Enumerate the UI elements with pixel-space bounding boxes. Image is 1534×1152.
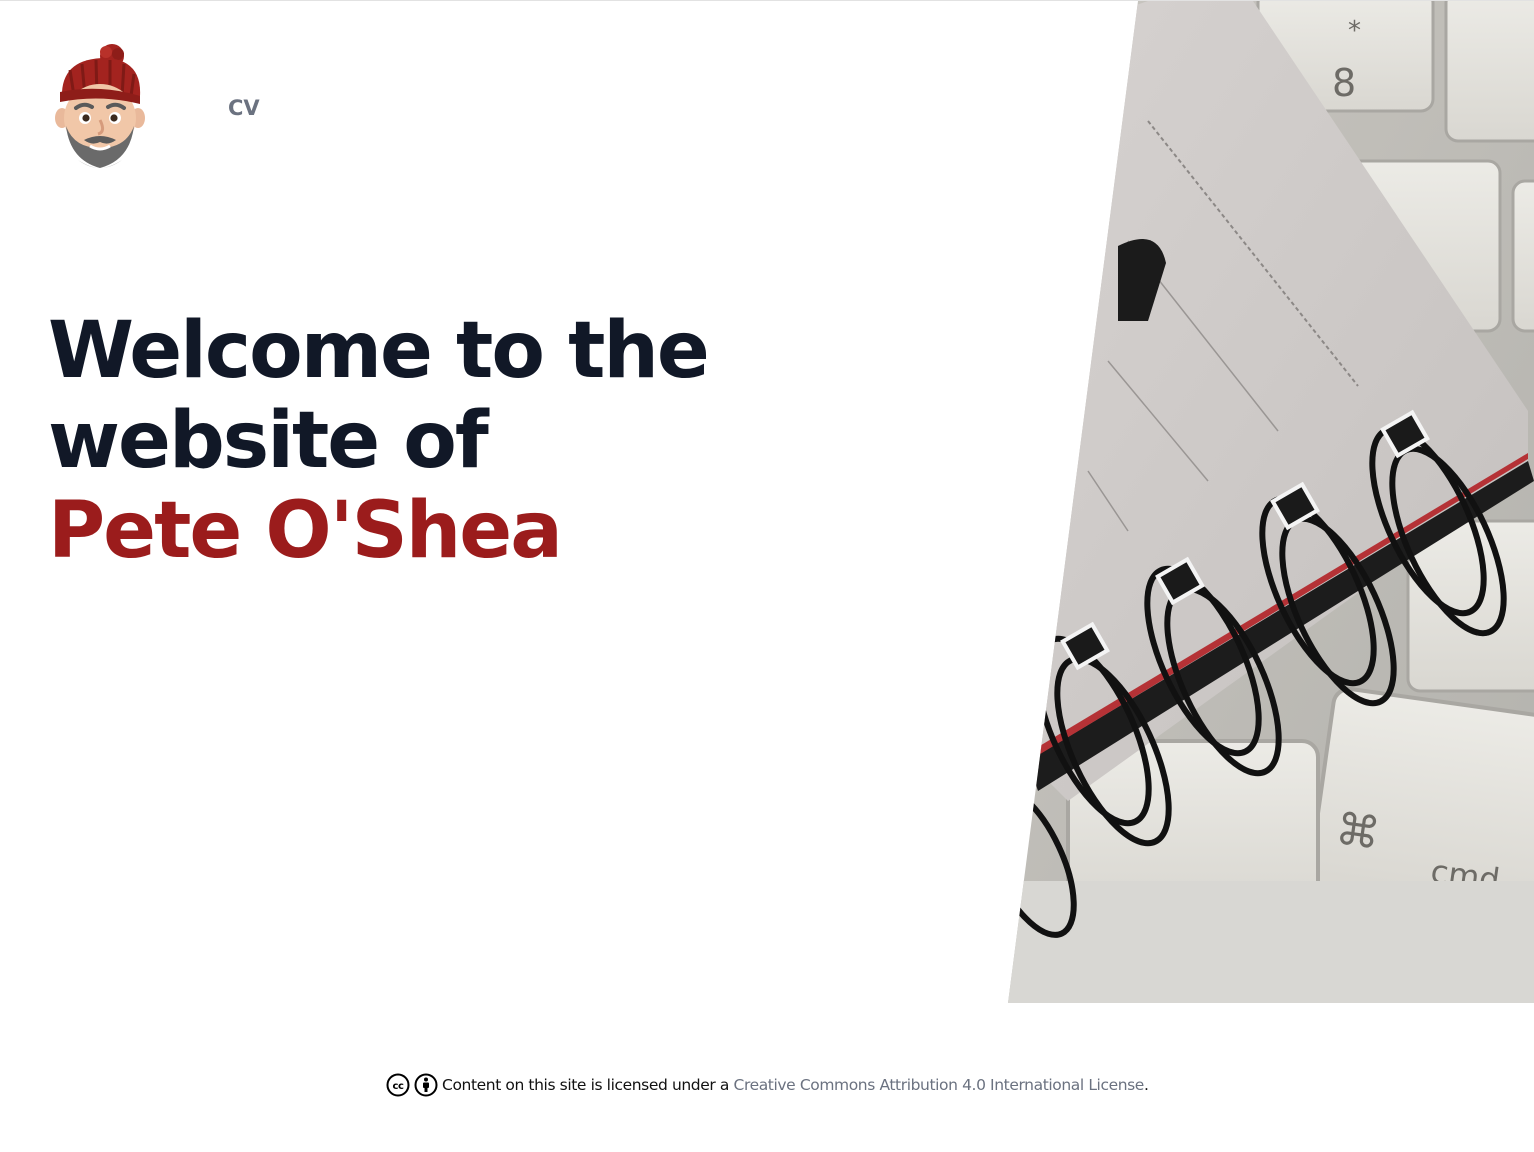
license-text: Content on this site is licensed under a… xyxy=(442,1076,1149,1094)
title-name: Pete O'Shea xyxy=(48,486,563,576)
avatar[interactable] xyxy=(50,40,150,175)
svg-text:⌘: ⌘ xyxy=(1332,804,1383,861)
license-prefix: Content on this site is licensed under a xyxy=(442,1076,729,1094)
notebook-keyboard-image: 8 * | ⌘ cmd xyxy=(1008,1,1534,1003)
title-line-1: Welcome to the xyxy=(48,306,710,396)
memoji-avatar-icon xyxy=(55,44,145,168)
hero-photo: 8 * | ⌘ cmd xyxy=(1008,1,1534,1003)
footer: cc Content on this site is licensed unde… xyxy=(0,1073,1534,1097)
svg-text:cc: cc xyxy=(392,1081,404,1092)
license-suffix: . xyxy=(1143,1076,1149,1094)
svg-text:*: * xyxy=(1348,16,1361,46)
title-line-2: website of xyxy=(48,396,489,486)
nav-cv-link[interactable]: CV xyxy=(228,96,260,120)
page-title: Welcome to the website of Pete O'Shea xyxy=(48,306,710,576)
svg-text:8: 8 xyxy=(1332,61,1356,105)
license-icons[interactable]: cc xyxy=(386,1073,439,1097)
by-attribution-icon xyxy=(414,1073,438,1097)
cc-icon: cc xyxy=(386,1073,409,1097)
license-link[interactable]: Creative Commons Attribution 4.0 Interna… xyxy=(734,1076,1145,1094)
